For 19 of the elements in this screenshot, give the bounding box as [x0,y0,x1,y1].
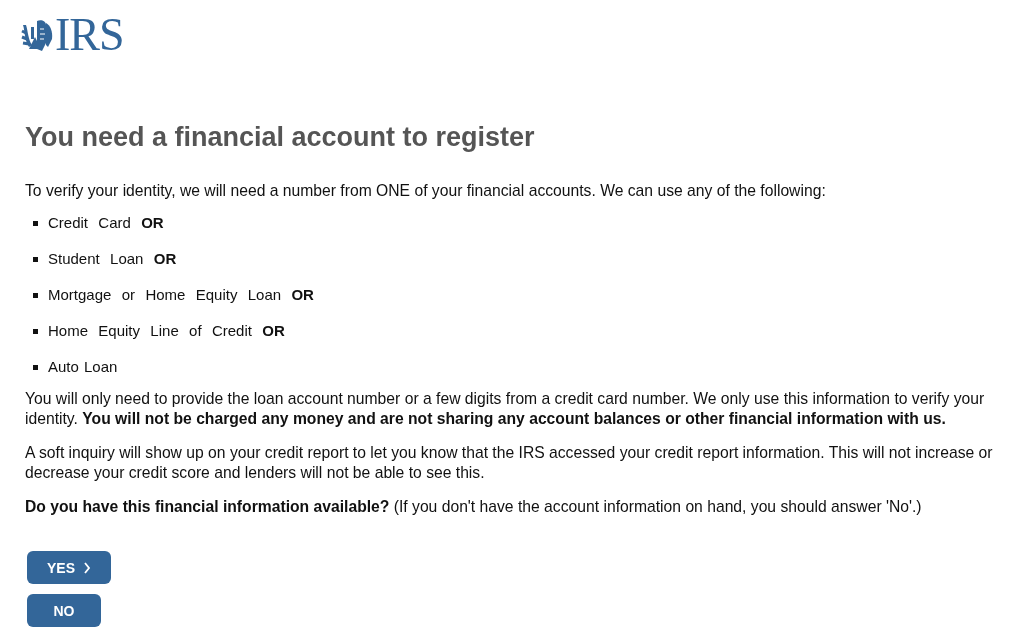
account-type-item: Credit Card OR [48,213,164,233]
info-paragraph: You will only need to provide the loan account number or a few digits from a credit card number. We only use this information to verify your identity. You will not be charged any money and are not sharing any account balances or other financial information with us. [25,389,986,429]
account-type-item: Home Equity Line of Credit OR [48,321,285,341]
page-heading: You need a financial account to register [25,122,536,153]
intro-paragraph: To verify your identity, we will need a number from ONE of your financial accounts. We can use any of the following: [25,181,827,201]
yes-button[interactable]: YES [27,551,111,584]
account-type-item: Mortgage or Home Equity Loan OR [48,285,314,305]
chevron-right-icon [83,561,91,574]
irs-logo-text: IRS [55,11,124,58]
no-button[interactable]: NO [27,594,101,627]
info-paragraph: Do you have this financial information available? (If you don't have the account information on hand, you should answer 'No'.) [25,497,923,517]
bullet-icon [33,292,38,298]
account-type-item: Student Loan OR [48,249,177,269]
bullet-icon [33,220,38,226]
bullet-icon [33,328,38,334]
account-type-item: Auto Loan [48,357,118,377]
bullet-icon [33,364,38,370]
info-paragraph: A soft inquiry will show up on your credit report to let you know that the IRS accessed your credit report information. This will not increase or decrease your credit score and lenders will not be able to see this. [25,443,994,483]
bullet-icon [33,256,38,262]
